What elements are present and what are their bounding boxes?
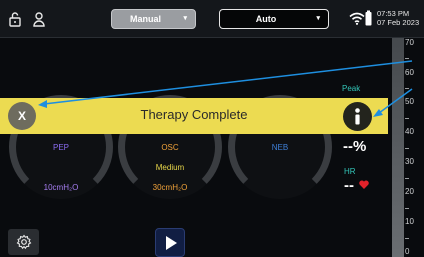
pointer-lines — [38, 60, 413, 117]
therapy-screen: Manual ▾ Auto ▾ 07:53 PM 07 Feb 2023 70 … — [0, 0, 424, 257]
play-button[interactable] — [155, 228, 185, 257]
arrowhead-close — [38, 100, 47, 108]
settings-gear-icon — [16, 234, 32, 250]
arrowhead-info — [373, 109, 383, 117]
play-icon — [166, 236, 177, 250]
pointer-line-to-close — [43, 60, 413, 105]
settings-button[interactable] — [8, 229, 39, 255]
pointer-line-to-info — [378, 88, 413, 114]
